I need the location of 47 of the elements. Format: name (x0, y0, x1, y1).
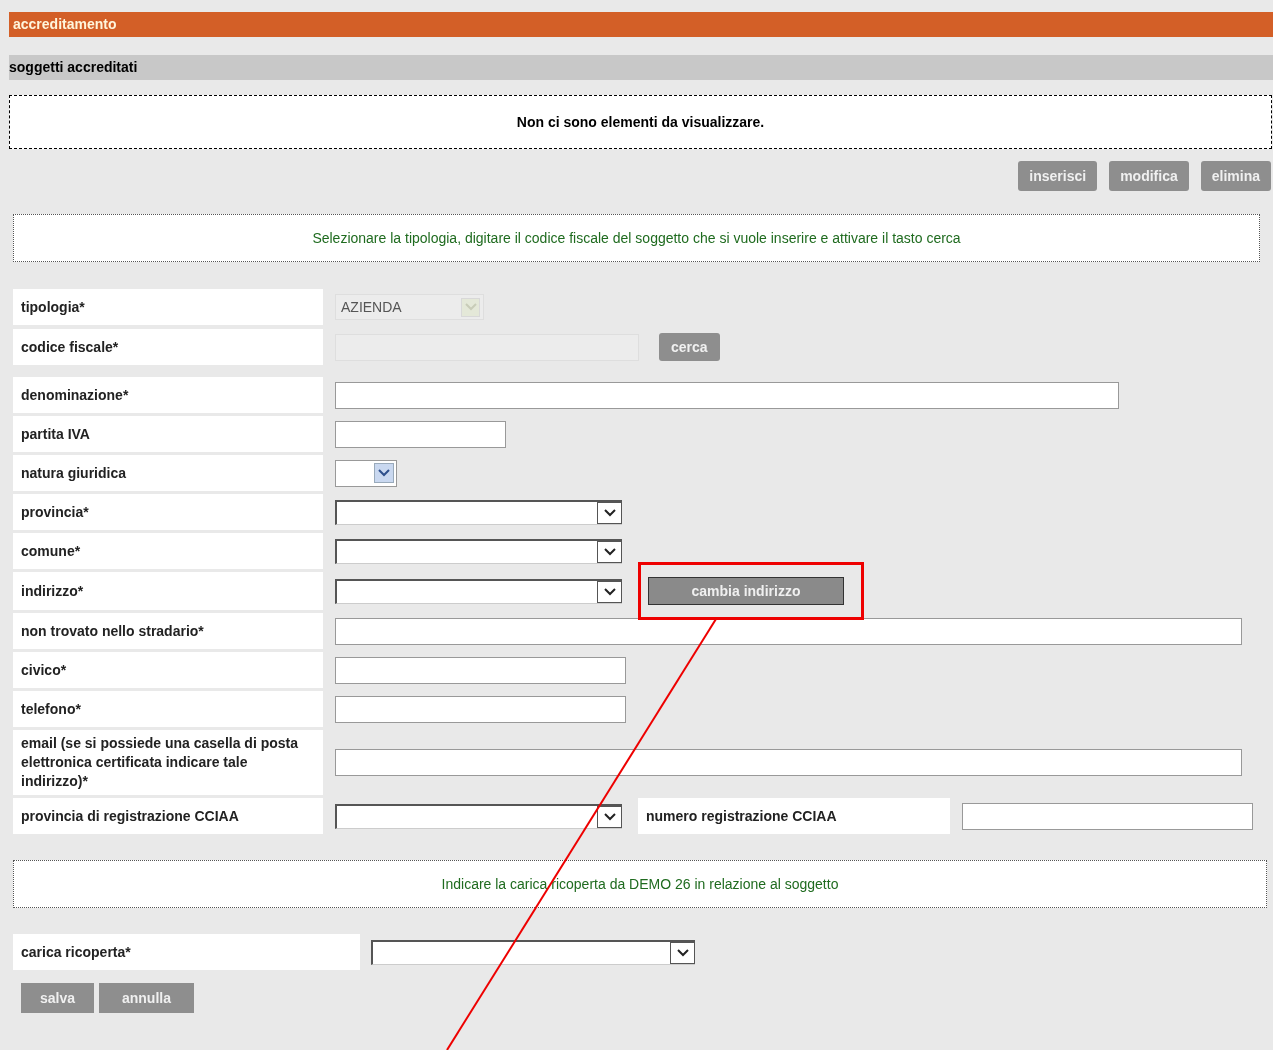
dropdown-field[interactable] (335, 578, 622, 604)
toolbar-button[interactable]: modifica (1109, 161, 1189, 191)
field-label: partita IVA (13, 416, 323, 452)
input-field[interactable] (335, 656, 626, 684)
dropdown-field[interactable] (371, 939, 695, 965)
field-label: provincia di registrazione CCIAA (13, 798, 323, 834)
dropdown-field[interactable] (335, 499, 622, 525)
field-label: non trovato nello stradario* (13, 613, 323, 649)
toolbar-button[interactable]: elimina (1200, 161, 1271, 191)
dropdown-field[interactable] (335, 538, 622, 564)
input-field[interactable] (335, 749, 1242, 776)
input-field[interactable] (335, 617, 1242, 645)
chevron-icon (597, 805, 622, 828)
input-field[interactable] (335, 420, 506, 448)
dropdown-field[interactable] (335, 459, 397, 487)
instruction-text: Selezionare la tipologia, digitare il codice fiscale del soggetto che si vuole inserire e attivare il tasto cerca (312, 228, 961, 248)
dropdown-field: AZIENDA (335, 294, 484, 320)
dropdown-field[interactable] (335, 803, 622, 829)
field-label: denominazione* (13, 377, 323, 413)
field-label: telefono* (13, 691, 323, 727)
chevron-icon (670, 941, 695, 964)
chevron-icon (374, 463, 394, 483)
field-label: indirizzo* (13, 572, 323, 610)
input-field[interactable] (962, 802, 1253, 830)
section-title: soggetti accreditati (9, 55, 1273, 80)
chevron-icon (461, 297, 480, 317)
change-address-button[interactable]: cambia indirizzo (648, 577, 844, 605)
chevron-icon (597, 580, 622, 603)
field-label: email (se si possiede una casella di posta elettronica certificata indicare tale indirizzo)* (13, 730, 323, 795)
input-field[interactable] (335, 695, 626, 723)
field-label: tipologia* (13, 289, 323, 325)
input-field[interactable] (335, 381, 1119, 409)
chevron-icon (597, 540, 622, 563)
form-button[interactable]: annulla (99, 983, 194, 1013)
field-label: provincia* (13, 494, 323, 530)
field-label: numero registrazione CCIAA (638, 798, 950, 834)
toolbar-button[interactable]: inserisci (1018, 161, 1098, 191)
field-label: comune* (13, 533, 323, 569)
form-button[interactable]: salva (21, 983, 94, 1013)
empty-message: Non ci sono elementi da visualizzare. (516, 112, 765, 132)
chevron-icon (597, 501, 622, 524)
page-header: accreditamento (9, 12, 1273, 37)
field-label: natura giuridica (13, 455, 323, 491)
instruction-text: Indicare la carica ricoperta da DEMO 26 in relazione al soggetto (441, 874, 839, 894)
field-label: codice fiscale* (13, 329, 323, 365)
field-label: carica ricoperta* (13, 934, 360, 970)
field-label: civico* (13, 652, 323, 688)
